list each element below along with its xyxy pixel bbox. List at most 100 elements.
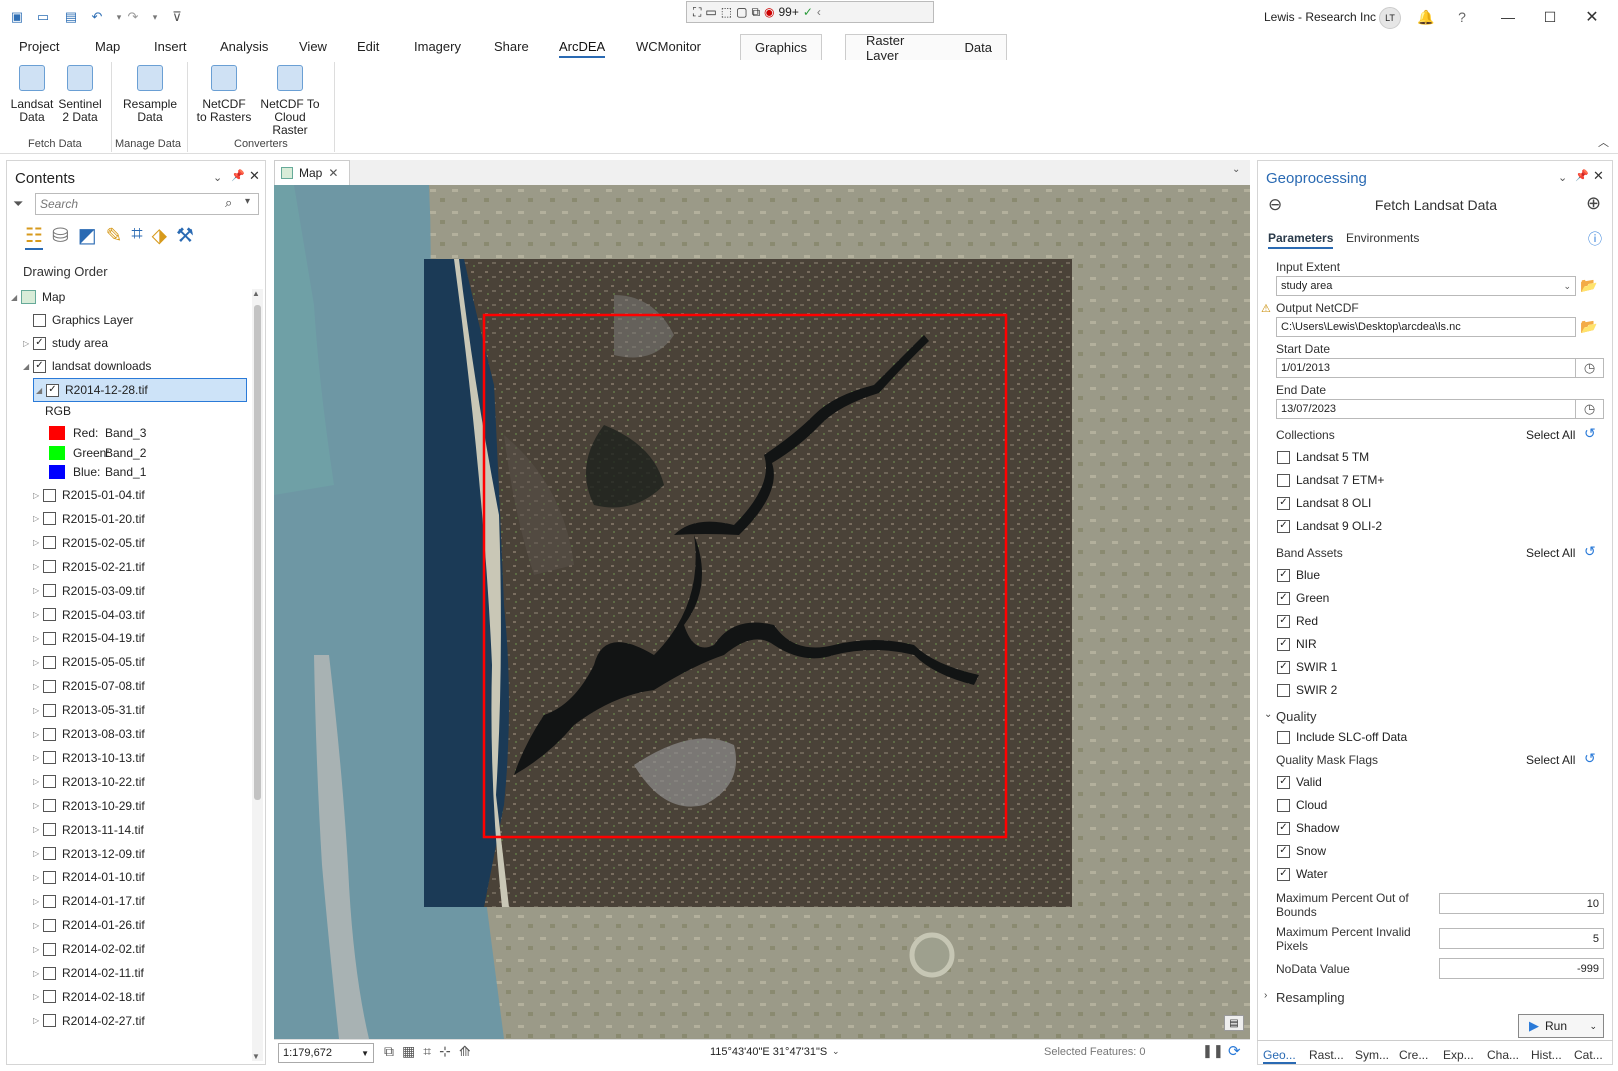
visibility-checkbox[interactable] bbox=[43, 894, 56, 908]
scroll-up-icon[interactable]: ▲ bbox=[252, 289, 260, 298]
raster-layer-row[interactable]: ▷ R2013-05-31.tif bbox=[33, 700, 145, 720]
tab-map-view[interactable]: Map ✕ bbox=[274, 160, 350, 185]
scale-tools-icon[interactable]: ⧉ bbox=[384, 1043, 394, 1060]
account-name[interactable]: Lewis - Research Inc bbox=[1264, 10, 1376, 24]
netcdf-to-rasters-button[interactable]: NetCDF to Rasters bbox=[195, 65, 253, 124]
reset-icon[interactable]: ↺ bbox=[1584, 425, 1596, 442]
checkbox-option[interactable]: ✓ Valid bbox=[1277, 772, 1322, 792]
checkbox-option[interactable]: Cloud bbox=[1277, 795, 1327, 815]
checkbox-option[interactable]: ✓ Landsat 9 OLI-2 bbox=[1277, 516, 1382, 536]
layer-selected-raster[interactable]: ◢ ✓ R2014-12-28.tif bbox=[33, 378, 247, 402]
visibility-checkbox[interactable]: ✓ bbox=[33, 359, 46, 373]
redo-icon[interactable]: ↷ bbox=[124, 8, 142, 26]
visibility-checkbox[interactable] bbox=[43, 823, 56, 837]
tab-imagery[interactable]: Imagery bbox=[414, 39, 461, 54]
help-icon[interactable]: ⓘ bbox=[1588, 229, 1602, 249]
checkbox[interactable]: ✓ bbox=[1277, 867, 1290, 881]
visibility-checkbox[interactable] bbox=[43, 536, 56, 550]
raster-layer-row[interactable]: ▷ R2014-02-11.tif bbox=[33, 963, 144, 983]
add-icon[interactable]: ⊕ bbox=[1586, 193, 1601, 214]
close-tab-icon[interactable]: ✕ bbox=[328, 166, 338, 180]
expand-icon[interactable]: ▷ bbox=[33, 753, 43, 762]
raster-layer-row[interactable]: ▷ R2013-12-09.tif bbox=[33, 844, 145, 864]
checkbox[interactable] bbox=[1277, 730, 1290, 744]
scroll-down-icon[interactable]: ▼ bbox=[252, 1052, 260, 1061]
tab-raster-layer[interactable]: Raster Layer bbox=[866, 33, 934, 63]
select-icon[interactable]: ⬚ bbox=[721, 5, 732, 19]
raster-layer-row[interactable]: ▷ R2013-10-22.tif bbox=[33, 772, 145, 792]
tab-insert[interactable]: Insert bbox=[154, 39, 187, 54]
visibility-checkbox[interactable] bbox=[43, 488, 56, 502]
snapping-icon[interactable]: ⌗ bbox=[423, 1043, 431, 1060]
tab-environments[interactable]: Environments bbox=[1346, 231, 1419, 245]
visibility-checkbox[interactable] bbox=[43, 942, 56, 956]
tab-parameters[interactable]: Parameters bbox=[1268, 231, 1334, 249]
expand-icon[interactable]: ▷ bbox=[33, 1016, 43, 1025]
resample-data-button[interactable]: Resample Data bbox=[120, 65, 180, 124]
input-extent-select[interactable]: study area ⌄ bbox=[1276, 276, 1576, 296]
list-by-snapping-icon[interactable]: ⌗ bbox=[131, 223, 142, 250]
raster-layer-row[interactable]: ▷ R2015-02-21.tif bbox=[33, 557, 145, 577]
bottom-tab[interactable]: Hist... bbox=[1531, 1048, 1562, 1062]
blue-swatch[interactable] bbox=[49, 465, 65, 479]
expand-icon[interactable]: ▷ bbox=[33, 921, 43, 930]
end-date-input[interactable]: 13/07/2023 ◷ bbox=[1276, 399, 1604, 419]
visibility-checkbox[interactable] bbox=[43, 847, 56, 860]
layer-graphics[interactable]: Graphics Layer bbox=[33, 310, 133, 330]
explore-icon[interactable]: ⛶ bbox=[693, 5, 701, 20]
output-netcdf-input[interactable]: C:\Users\Lewis\Desktop\arcdea\ls.nc bbox=[1276, 317, 1576, 337]
tab-map[interactable]: Map bbox=[95, 39, 120, 54]
checkbox[interactable] bbox=[1277, 683, 1290, 697]
record-icon[interactable]: ▭ bbox=[705, 5, 716, 19]
checkbox-option[interactable]: ✓ Red bbox=[1277, 611, 1318, 631]
raster-layer-row[interactable]: ▷ R2014-02-18.tif bbox=[33, 987, 145, 1007]
constraint-icon[interactable]: ⊹ bbox=[439, 1043, 451, 1060]
raster-layer-row[interactable]: ▷ R2015-01-20.tif bbox=[33, 509, 145, 529]
map-view[interactable]: ▤ bbox=[274, 185, 1250, 1039]
avatar[interactable]: LT bbox=[1379, 7, 1401, 29]
collapse-icon[interactable]: ◢ bbox=[11, 293, 21, 302]
red-swatch[interactable] bbox=[49, 426, 65, 440]
checkbox[interactable]: ✓ bbox=[1277, 821, 1290, 835]
collapse-icon[interactable]: ⌄ bbox=[1264, 709, 1272, 720]
redo-dropdown-icon[interactable]: ▾ bbox=[146, 8, 164, 26]
refresh-icon[interactable]: ⟳ bbox=[1228, 1042, 1241, 1060]
checkbox[interactable]: ✓ bbox=[1277, 660, 1290, 674]
tab-analysis[interactable]: Analysis bbox=[220, 39, 268, 54]
tab-project[interactable]: Project bbox=[19, 39, 59, 54]
coordinate-format-icon[interactable]: ⌄ bbox=[832, 1046, 840, 1057]
quality-section[interactable]: Quality bbox=[1276, 709, 1316, 724]
start-date-input[interactable]: 1/01/2013 ◷ bbox=[1276, 358, 1604, 378]
checkbox-option[interactable]: ✓ Blue bbox=[1277, 565, 1320, 585]
bottom-tab[interactable]: Cha... bbox=[1487, 1048, 1519, 1062]
masks-select-all[interactable]: Select All bbox=[1526, 753, 1575, 767]
expand-icon[interactable]: ▷ bbox=[33, 945, 43, 954]
raster-layer-row[interactable]: ▷ R2013-08-03.tif bbox=[33, 724, 145, 744]
selected-features[interactable]: Selected Features: 0 bbox=[1044, 1046, 1146, 1058]
checkbox-option[interactable]: Landsat 7 ETM+ bbox=[1277, 470, 1384, 490]
chevron-down-icon[interactable]: ⌄ bbox=[1589, 1021, 1597, 1032]
notification-bell-icon[interactable]: 🔔 bbox=[1414, 6, 1438, 28]
nodata-input[interactable]: -999 bbox=[1439, 958, 1604, 979]
expand-icon[interactable]: ▷ bbox=[33, 634, 43, 643]
list-by-labeling-icon[interactable]: ⬗ bbox=[152, 223, 167, 250]
checkbox-option[interactable]: ✓ Water bbox=[1277, 864, 1328, 884]
expand-icon[interactable]: ▷ bbox=[33, 777, 43, 786]
zoom-full-icon[interactable]: ▢ bbox=[736, 5, 747, 19]
grid-icon[interactable]: ▦ bbox=[402, 1043, 415, 1060]
expand-icon[interactable]: ▷ bbox=[33, 849, 43, 858]
list-by-selection-icon[interactable]: ◩ bbox=[78, 223, 97, 250]
bottom-tab[interactable]: Exp... bbox=[1443, 1048, 1474, 1062]
visibility-checkbox[interactable] bbox=[43, 512, 56, 526]
raster-layer-row[interactable]: ▷ R2015-07-08.tif bbox=[33, 676, 145, 696]
raster-layer-row[interactable]: ▷ R2013-10-13.tif bbox=[33, 748, 145, 768]
expand-icon[interactable]: ▷ bbox=[33, 682, 43, 691]
expand-icon[interactable]: ▷ bbox=[33, 825, 43, 834]
collapse-icon[interactable]: ‹ bbox=[817, 5, 821, 19]
open-folder-icon[interactable]: ▭ bbox=[34, 8, 52, 26]
expand-icon[interactable]: ▷ bbox=[33, 801, 43, 810]
expand-icon[interactable]: ▷ bbox=[33, 706, 43, 715]
raster-layer-row[interactable]: ▷ R2015-02-05.tif bbox=[33, 533, 145, 553]
visibility-checkbox[interactable] bbox=[43, 655, 56, 669]
visibility-checkbox[interactable] bbox=[43, 775, 56, 789]
